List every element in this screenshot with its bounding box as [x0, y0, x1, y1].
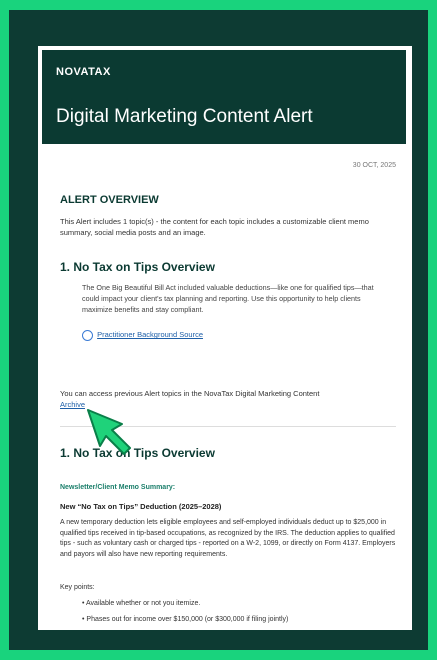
bullet-item: • Available whether or not you itemize. [82, 600, 201, 607]
bullet-item: • Phases out for income over $150,000 (o… [82, 616, 289, 623]
key-points-label: Key points: [60, 584, 95, 591]
overview-heading: ALERT OVERVIEW [60, 194, 159, 206]
email-page: NOVATAX Digital Marketing Content Alert … [38, 46, 412, 630]
globe-icon [82, 330, 93, 341]
topic-heading: 1. No Tax on Tips Overview [60, 260, 215, 274]
email-header: NOVATAX Digital Marketing Content Alert [42, 50, 406, 144]
topic-text: The One Big Beautiful Bill Act included … [82, 283, 374, 314]
archive-text: You can access previous Alert topics in … [60, 389, 320, 398]
page-title: Digital Marketing Content Alert [56, 106, 313, 127]
practitioner-source-link[interactable]: Practitioner Background Source [97, 330, 203, 339]
memo-text: A new temporary deduction lets eligible … [60, 519, 396, 558]
memo-label: Newsletter/Client Memo Summary: [60, 484, 176, 491]
alert-date: 30 OCT, 2025 [352, 162, 396, 169]
brand-logo: NOVATAX [56, 66, 111, 78]
source-row[interactable]: Practitioner Background Source [82, 330, 203, 341]
pointer-arrow-icon [87, 409, 131, 455]
memo-title: New “No Tax on Tips” Deduction (2025–202… [60, 502, 222, 511]
overview-text: This Alert includes 1 topic(s) - the con… [60, 217, 369, 237]
